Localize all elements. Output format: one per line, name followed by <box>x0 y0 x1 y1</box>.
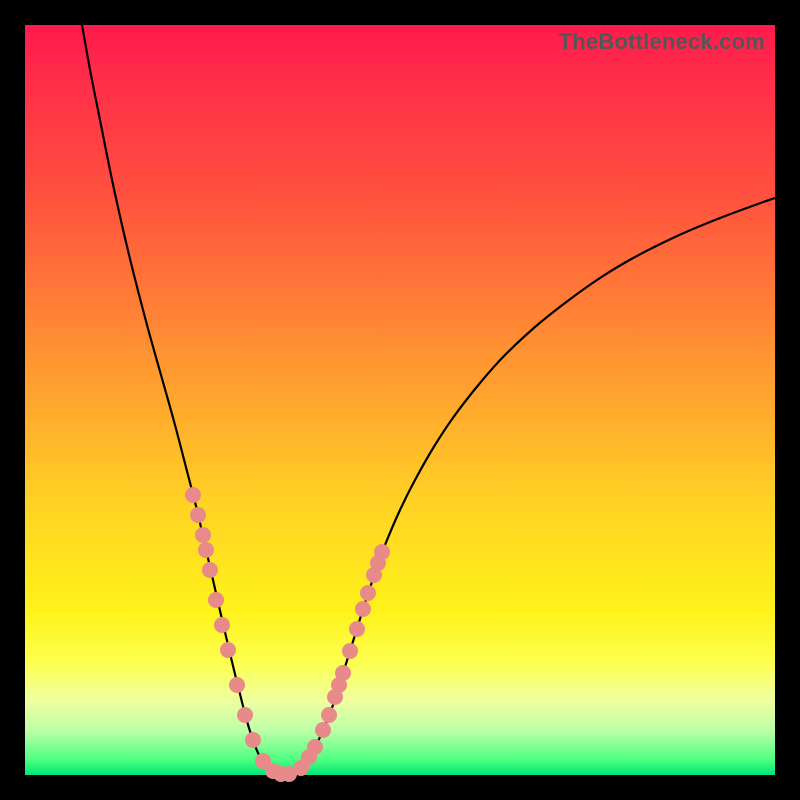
data-marker <box>349 621 365 637</box>
data-marker <box>195 527 211 543</box>
data-marker <box>208 592 224 608</box>
data-marker <box>185 487 201 503</box>
data-marker <box>229 677 245 693</box>
data-marker <box>245 732 261 748</box>
data-marker <box>315 722 331 738</box>
data-marker <box>214 617 230 633</box>
data-marker <box>202 562 218 578</box>
data-marker <box>360 585 376 601</box>
data-marker <box>237 707 253 723</box>
chart-plot-area: TheBottleneck.com <box>25 25 775 775</box>
data-marker <box>220 642 236 658</box>
data-marker <box>198 542 214 558</box>
markers-right-group <box>293 544 390 776</box>
chart-svg <box>25 25 775 775</box>
data-marker <box>335 665 351 681</box>
markers-left-group <box>185 487 297 782</box>
bottleneck-curve <box>82 25 775 774</box>
data-marker <box>374 544 390 560</box>
data-marker <box>307 739 323 755</box>
data-marker <box>190 507 206 523</box>
data-marker <box>321 707 337 723</box>
data-marker <box>342 643 358 659</box>
data-marker <box>355 601 371 617</box>
